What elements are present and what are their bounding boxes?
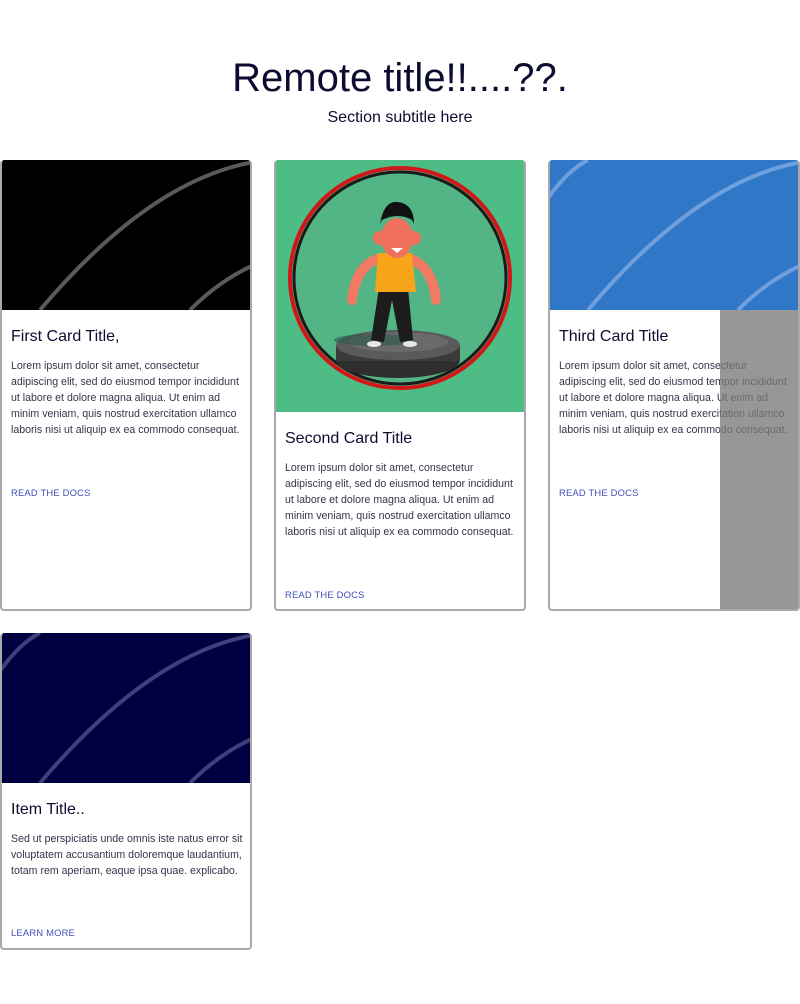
- read-the-docs-link[interactable]: READ THE DOCS: [285, 589, 365, 601]
- card-third: Third Card Title Lorem ipsum dolor sit a…: [548, 160, 800, 611]
- card-image: [276, 160, 524, 412]
- card-first: First Card Title, Lorem ipsum dolor sit …: [0, 160, 252, 611]
- arc-pattern-image: [550, 160, 798, 310]
- card-title: Item Title..: [11, 801, 85, 818]
- card-text: Lorem ipsum dolor sit amet, consectetur …: [285, 462, 514, 538]
- card-title: Second Card Title: [285, 430, 413, 447]
- arc-pattern-image: [38, 160, 250, 310]
- card-image: [550, 160, 798, 310]
- card-title: Third Card Title: [559, 328, 669, 345]
- card-second: Second Card Title Lorem ipsum dolor sit …: [274, 160, 526, 611]
- gray-overlay-block: [720, 310, 798, 609]
- card-image: [2, 160, 250, 310]
- cartoon-character-image: [276, 160, 524, 412]
- section-title: Remote title!!....??.: [232, 56, 568, 100]
- read-the-docs-link[interactable]: READ THE DOCS: [559, 487, 639, 499]
- section-subtitle: Section subtitle here: [327, 109, 473, 126]
- card-item: Item Title.. Sed ut perspiciatis unde om…: [0, 633, 252, 950]
- card-image: [2, 633, 250, 783]
- card-text: Sed ut perspiciatis unde omnis iste natu…: [11, 833, 243, 877]
- card-title: First Card Title,: [11, 328, 120, 345]
- read-the-docs-link[interactable]: READ THE DOCS: [11, 487, 91, 499]
- card-text: Lorem ipsum dolor sit amet, consectetur …: [11, 360, 240, 436]
- learn-more-link[interactable]: LEARN MORE: [11, 927, 75, 939]
- arc-pattern-image: [2, 633, 250, 783]
